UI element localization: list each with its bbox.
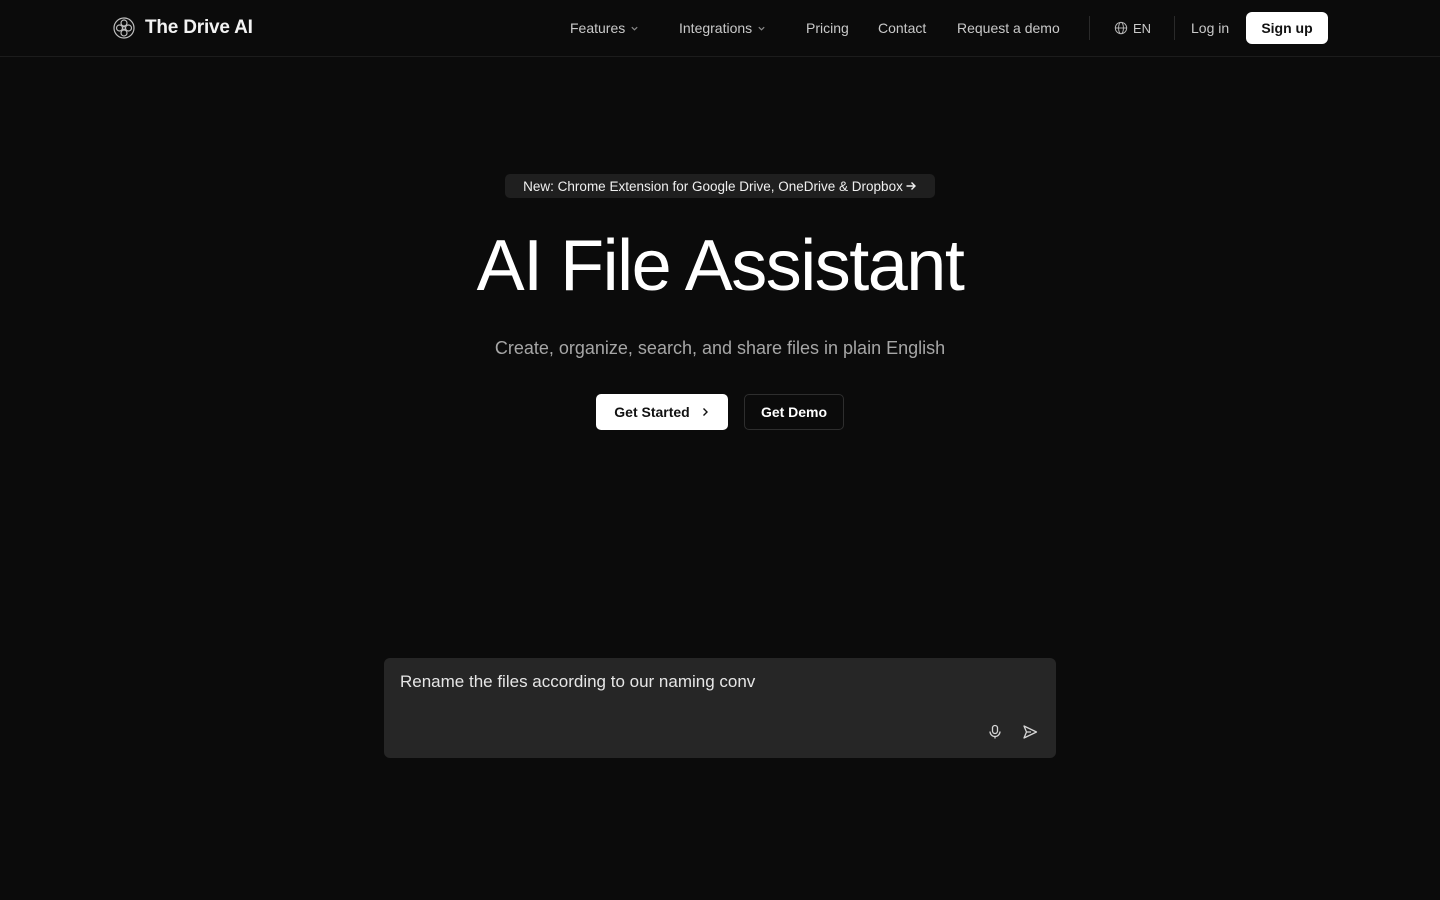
nav-integrations-label: Integrations <box>679 20 753 36</box>
announcement-banner[interactable]: New: Chrome Extension for Google Drive, … <box>505 174 935 198</box>
brand-logo-link[interactable]: The Drive AI <box>112 15 253 41</box>
chevron-right-icon <box>702 408 708 416</box>
nav-divider <box>1174 16 1175 40</box>
language-selector[interactable]: EN <box>1114 18 1151 38</box>
prompt-box: Rename the files according to our naming… <box>384 658 1056 758</box>
nav-pricing-link[interactable]: Pricing <box>806 18 849 38</box>
prompt-input[interactable]: Rename the files according to our naming… <box>400 670 1000 694</box>
brain-icon <box>113 17 135 39</box>
microphone-icon <box>989 724 1001 739</box>
microphone-button[interactable] <box>985 722 1005 742</box>
get-demo-button[interactable]: Get Demo <box>744 394 844 430</box>
nav-integrations-menu[interactable]: Integrations <box>679 18 766 38</box>
get-started-label: Get Started <box>614 404 690 420</box>
send-button[interactable] <box>1020 722 1040 742</box>
chevron-down-icon <box>631 26 638 31</box>
hero-title: AI File Assistant <box>476 226 965 306</box>
arrow-right-icon <box>906 182 916 190</box>
language-label: EN <box>1133 20 1152 36</box>
nav-divider <box>1089 16 1090 40</box>
nav-contact-link[interactable]: Contact <box>878 18 926 38</box>
send-icon <box>1023 725 1038 739</box>
chevron-down-icon <box>758 26 765 31</box>
get-started-button[interactable]: Get Started <box>596 394 728 430</box>
hero-subtitle: Create, organize, search, and share file… <box>494 338 946 358</box>
top-navbar: The Drive AI Features Integrations Prici… <box>0 0 1440 57</box>
nav-request-demo-link[interactable]: Request a demo <box>957 18 1060 38</box>
nav-features-menu[interactable]: Features <box>570 18 639 38</box>
brand-name: The Drive AI <box>145 17 253 38</box>
login-link[interactable]: Log in <box>1191 18 1229 38</box>
nav-features-label: Features <box>570 20 626 36</box>
signup-button[interactable]: Sign up <box>1246 12 1328 44</box>
globe-icon <box>1114 21 1128 35</box>
announcement-text: New: Chrome Extension for Google Drive, … <box>523 178 903 194</box>
